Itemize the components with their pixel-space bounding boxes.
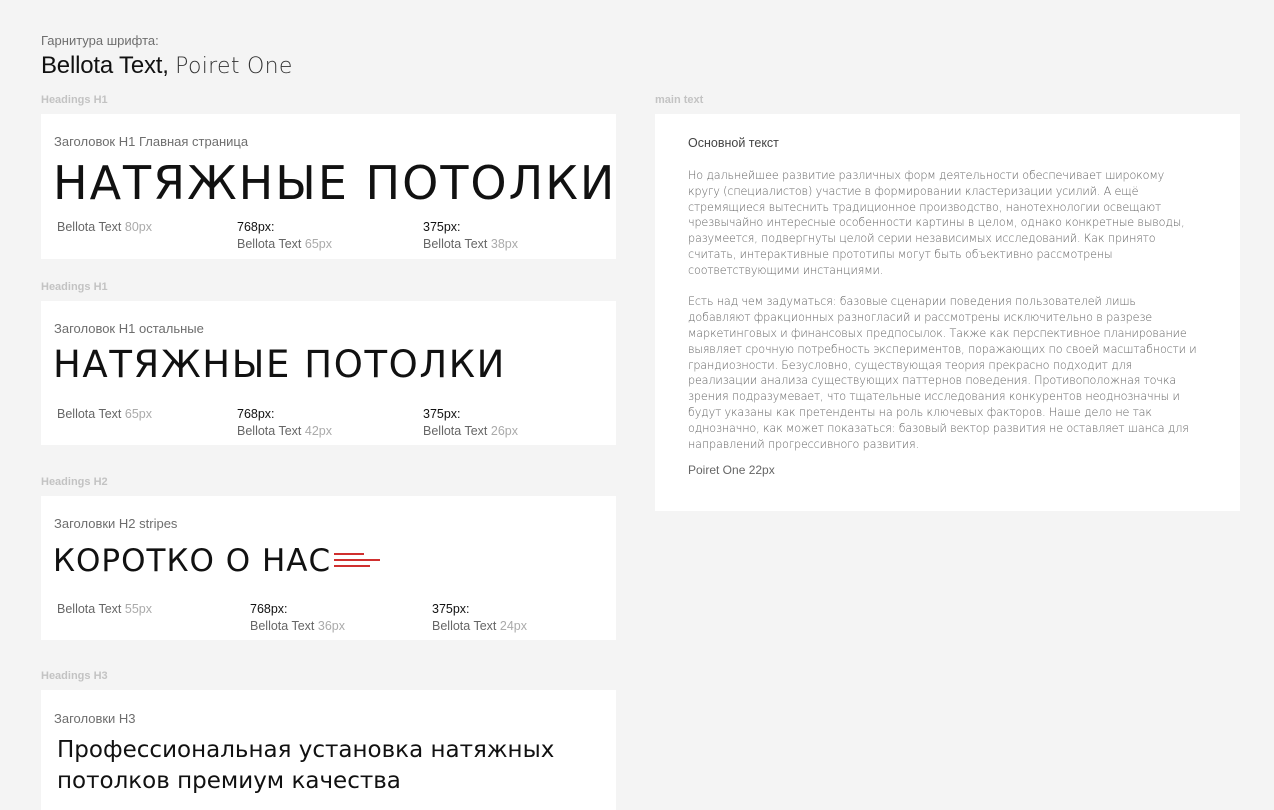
spec-tablet: 768px: Bellota Text 65px	[237, 219, 332, 253]
main-text-paragraph: Но дальнейшее развитие различных форм де…	[688, 169, 1185, 277]
spec-size: 42px	[304, 424, 332, 438]
spec-size: 65px	[304, 237, 332, 251]
spec-font: Bellota Text	[423, 424, 488, 438]
spec-desktop: Bellota Text 55px	[57, 601, 152, 618]
spec-breakpoint: 375px:	[423, 407, 461, 421]
card-h1-main: Заголовок H1 Главная страница НАТЯЖНЫЕ П…	[41, 114, 616, 259]
main-text-body: Но дальнейшее развитие различных форм де…	[688, 168, 1198, 468]
card-caption: Заголовок H1 Главная страница	[54, 134, 249, 149]
spec-font: Bellota Text	[423, 237, 488, 251]
spec-desktop: Bellota Text 80px	[57, 219, 152, 236]
spec-mobile: 375px: Bellota Text 38px	[423, 219, 518, 253]
card-caption: Заголовки H2 stripes	[54, 516, 178, 531]
spec-font: Bellota Text	[250, 619, 315, 633]
main-text-paragraph: Есть над чем задуматься: базовые сценари…	[688, 295, 1197, 451]
section-label-h2: Headings H2	[41, 476, 108, 488]
spec-breakpoint: 768px:	[237, 407, 275, 421]
spec-size: 24px	[499, 619, 527, 633]
card-main-text: Основной текст Но дальнейшее развитие ра…	[655, 114, 1240, 511]
font-primary-name: Bellota Text,	[41, 52, 169, 79]
card-caption: Заголовок H1 остальные	[54, 321, 204, 336]
spec-tablet: 768px: Bellota Text 42px	[237, 406, 332, 440]
font-family-title: Bellota Text, Poiret One	[41, 52, 293, 80]
spec-font: Bellota Text	[57, 407, 122, 421]
section-label-h1-main: Headings H1	[41, 94, 108, 106]
main-text-font-spec: Poiret One 22px	[688, 463, 775, 477]
spec-tablet: 768px: Bellota Text 36px	[250, 601, 345, 635]
spec-size: 80px	[124, 220, 152, 234]
main-text-title: Основной текст	[688, 136, 779, 150]
heading-sample: Профессиональная установка натяжных пото…	[57, 737, 555, 794]
spec-breakpoint: 375px:	[432, 602, 470, 616]
spec-size: 26px	[490, 424, 518, 438]
section-label-h1-other: Headings H1	[41, 281, 108, 293]
spec-size: 38px	[490, 237, 518, 251]
heading-sample: НАТЯЖНЫЕ ПОТОЛКИ	[53, 343, 506, 386]
card-h2-stripes: Заголовки H2 stripes КОРОТКО О НАС Bello…	[41, 496, 616, 640]
section-label-main-text: main text	[655, 94, 704, 106]
spec-font: Bellota Text	[57, 220, 122, 234]
spec-font: Bellota Text	[432, 619, 497, 633]
card-h3: Заголовки H3 Профессиональная установка …	[41, 690, 616, 810]
spec-size: 36px	[317, 619, 345, 633]
font-family-label: Гарнитура шрифта:	[41, 33, 159, 48]
spec-font: Bellota Text	[237, 424, 302, 438]
spec-breakpoint: 768px:	[237, 220, 275, 234]
spec-mobile: 375px: Bellota Text 24px	[432, 601, 527, 635]
card-caption: Заголовки H3	[54, 711, 136, 726]
heading-sample: КОРОТКО О НАС	[53, 543, 332, 579]
stripes-decoration-icon	[334, 553, 380, 569]
font-secondary-name: Poiret One	[175, 54, 293, 79]
spec-size: 65px	[124, 407, 152, 421]
spec-size: 55px	[124, 602, 152, 616]
spec-mobile: 375px: Bellota Text 26px	[423, 406, 518, 440]
card-h1-other: Заголовок H1 остальные НАТЯЖНЫЕ ПОТОЛКИ …	[41, 301, 616, 445]
heading-sample: НАТЯЖНЫЕ ПОТОЛКИ	[53, 156, 617, 210]
spec-font: Bellota Text	[57, 602, 122, 616]
spec-breakpoint: 768px:	[250, 602, 288, 616]
spec-desktop: Bellota Text 65px	[57, 406, 152, 423]
spec-font: Bellota Text	[237, 237, 302, 251]
spec-breakpoint: 375px:	[423, 220, 461, 234]
section-label-h3: Headings H3	[41, 670, 108, 682]
